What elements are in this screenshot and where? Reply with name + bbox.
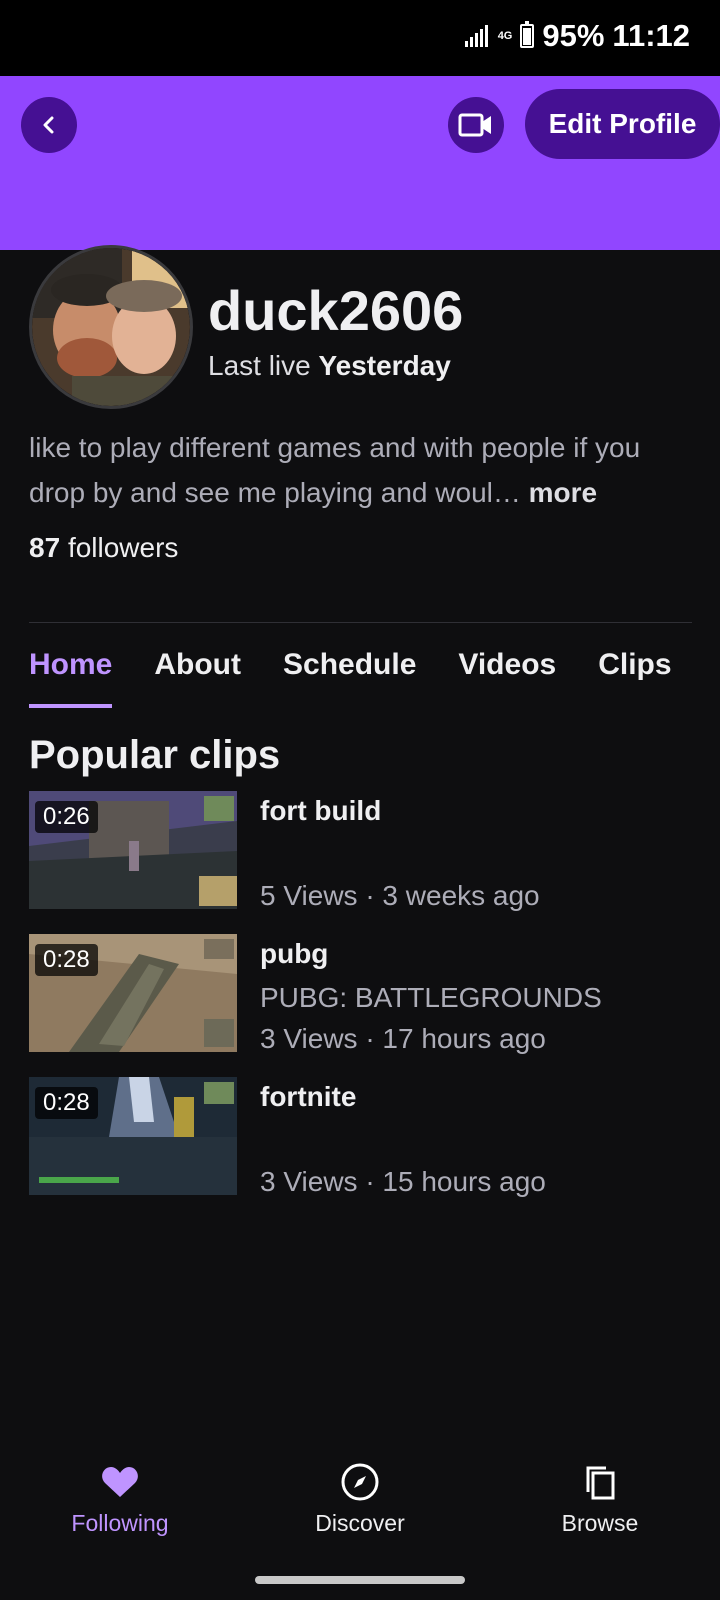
username: duck2606 <box>208 279 464 342</box>
battery-percent: 95% <box>542 18 605 53</box>
back-button[interactable] <box>21 97 77 153</box>
video-camera-icon <box>458 113 491 137</box>
clock: 11:12 <box>612 18 690 53</box>
clip-thumbnail[interactable]: 0:28 <box>29 934 237 1052</box>
clip-meta: 3 Views · 15 hours ago <box>260 1166 546 1197</box>
home-indicator[interactable] <box>255 1576 465 1584</box>
status-bar: 4G 95% 11:12 <box>0 0 720 76</box>
bio: like to play different games and with pe… <box>29 425 699 515</box>
chevron-left-icon <box>43 116 54 134</box>
nav-discover-label: Discover <box>315 1510 405 1536</box>
profile-tabs: Home About Schedule Videos Clips <box>29 648 714 708</box>
clip-title: fortnite <box>260 1081 357 1112</box>
profile-banner: Edit Profile <box>0 76 720 250</box>
tab-videos[interactable]: Videos <box>458 648 556 708</box>
clip-item[interactable]: 0:28 fortnite 3 Views · 15 hours ago <box>29 1077 709 1197</box>
last-live-status: Last live Yesterday <box>208 350 451 381</box>
clip-title: pubg <box>260 938 329 969</box>
bottom-navigation: Following Discover Browse <box>0 1460 720 1560</box>
clip-title: fort build <box>260 795 382 826</box>
tab-about[interactable]: About <box>154 648 241 708</box>
followers-count: 87 followers <box>29 532 179 563</box>
bio-more-link[interactable]: more <box>529 477 597 508</box>
signal-icon <box>464 25 488 47</box>
tab-schedule[interactable]: Schedule <box>283 648 416 708</box>
nav-browse-label: Browse <box>561 1510 639 1536</box>
clip-meta: 5 Views · 3 weeks ago <box>260 880 540 911</box>
avatar[interactable] <box>29 245 193 409</box>
clip-duration: 0:28 <box>35 944 98 976</box>
tab-home[interactable]: Home <box>29 648 113 708</box>
section-title: Popular clips <box>29 733 281 777</box>
nav-following-label: Following <box>71 1510 169 1536</box>
clip-duration: 0:28 <box>35 1087 98 1119</box>
nav-browse[interactable]: Browse <box>510 1460 690 1537</box>
clip-duration: 0:26 <box>35 801 98 833</box>
battery-icon <box>520 21 535 48</box>
tab-clips[interactable]: Clips <box>598 648 671 708</box>
copy-icon <box>586 1466 615 1500</box>
clip-meta: 3 Views · 17 hours ago <box>260 1023 546 1054</box>
nav-following[interactable]: Following <box>30 1460 210 1537</box>
clip-thumbnail[interactable]: 0:28 <box>29 1077 237 1195</box>
clip-item[interactable]: 0:26 fort build 5 Views · 3 weeks ago <box>29 791 709 911</box>
clip-item[interactable]: 0:28 pubg PUBG: BATTLEGROUNDS 3 Views · … <box>29 934 709 1054</box>
clip-game[interactable]: PUBG: BATTLEGROUNDS <box>260 982 602 1014</box>
clip-thumbnail[interactable]: 0:26 <box>29 791 237 909</box>
divider <box>29 622 692 623</box>
network-type: 4G <box>497 29 513 42</box>
edit-profile-button[interactable]: Edit Profile <box>525 89 720 159</box>
go-live-button[interactable] <box>448 97 504 153</box>
heart-icon <box>102 1467 138 1497</box>
nav-discover[interactable]: Discover <box>270 1460 450 1537</box>
compass-icon <box>341 1463 379 1501</box>
